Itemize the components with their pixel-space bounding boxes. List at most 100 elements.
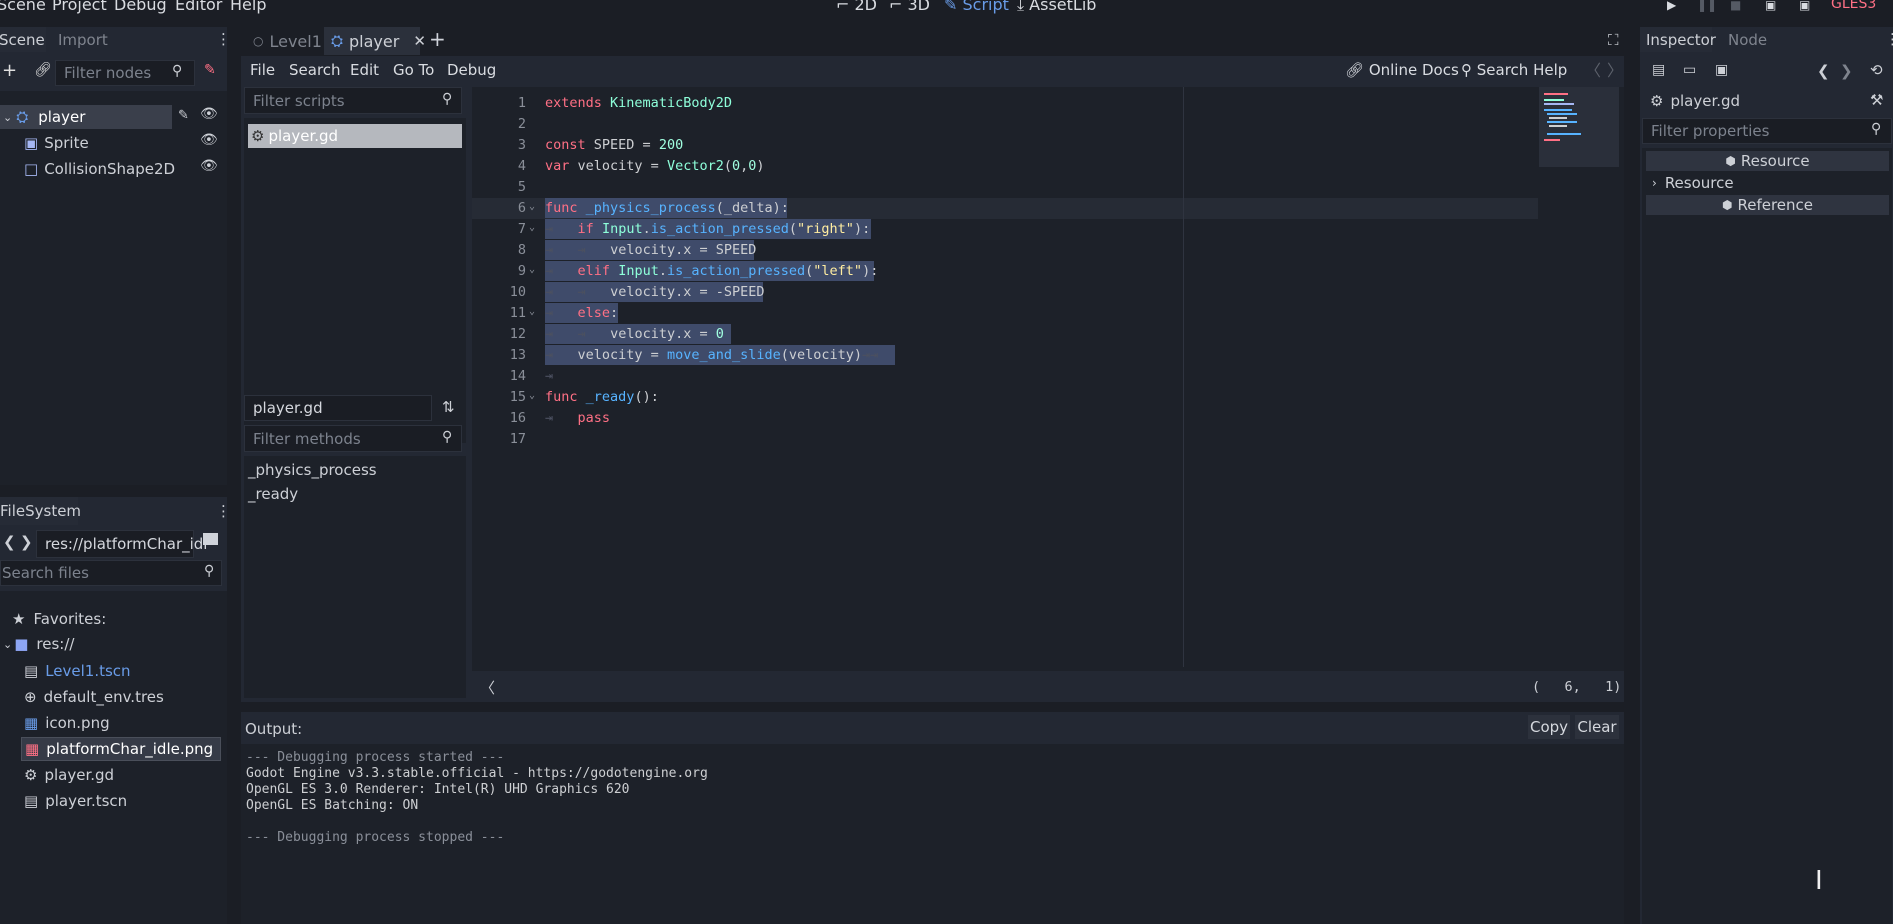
copy-button[interactable]: Copy xyxy=(1528,715,1570,739)
code-line[interactable]: ⇥ ⇥ velocity.x = 0 xyxy=(545,326,724,342)
play-icon[interactable]: ▶ xyxy=(1667,0,1676,12)
back-icon[interactable]: ❮ xyxy=(3,533,16,551)
split-view-icon[interactable] xyxy=(203,533,218,545)
workspace-assetlib[interactable]: ⤓ AssetLib xyxy=(1017,0,1096,13)
workspace-3d[interactable]: ⌐ 3D xyxy=(889,0,930,13)
favorites-item[interactable]: ★ Favorites: xyxy=(0,607,225,631)
forward-icon[interactable]: ❯ xyxy=(20,533,33,551)
script-menu-edit[interactable]: Edit xyxy=(350,63,379,78)
menu-editor[interactable]: Editor xyxy=(175,0,222,13)
add-node-icon[interactable]: + xyxy=(2,60,17,81)
script-icon[interactable]: ✎ xyxy=(178,108,189,123)
code-line[interactable]: var velocity = Vector2(0,0) xyxy=(545,158,765,174)
history-forward-icon[interactable]: 〉 xyxy=(1607,63,1623,79)
menu-scene[interactable]: Scene xyxy=(0,0,46,13)
code-line[interactable]: ⇥ xyxy=(545,368,553,384)
root-folder[interactable]: ⌄ ■ res:// xyxy=(0,632,225,656)
node-tab[interactable]: Node xyxy=(1728,31,1767,49)
import-tab[interactable]: Import xyxy=(58,31,108,49)
collapse-chevron-icon[interactable]: ⌄ xyxy=(3,111,12,124)
object-selector[interactable]: ⚙ player.gd xyxy=(1650,92,1740,110)
online-docs-link[interactable]: 🔗︎ Online Docs xyxy=(1345,63,1459,78)
object-tools-icon[interactable]: ⚒ xyxy=(1870,91,1883,109)
script-menu-debug[interactable]: Debug xyxy=(447,63,496,78)
file-item[interactable]: ⊕ default_env.tres xyxy=(0,685,225,709)
search-help-button[interactable]: ⚲ Search Help xyxy=(1461,63,1567,78)
visibility-icon[interactable]: 👁︎ xyxy=(200,106,218,122)
filter-properties-input[interactable]: Filter properties xyxy=(1642,118,1892,144)
clear-button[interactable]: Clear xyxy=(1575,715,1619,739)
filter-scripts-input[interactable]: Filter scripts xyxy=(244,87,462,114)
dock-menu-icon[interactable]: ⋮ xyxy=(1885,30,1893,48)
script-menu-search[interactable]: Search xyxy=(289,63,341,78)
script-menu-goto[interactable]: Go To xyxy=(393,63,434,78)
visibility-icon[interactable]: 👁︎ xyxy=(200,158,218,174)
new-resource-icon[interactable]: ▤ xyxy=(1652,62,1665,78)
menu-project[interactable]: Project xyxy=(52,0,107,13)
history-forward-icon[interactable]: ❯ xyxy=(1840,62,1853,80)
inspector-tab[interactable]: Inspector xyxy=(1640,27,1716,52)
close-icon[interactable]: ✕ xyxy=(413,32,426,50)
save-icon[interactable]: ▣ xyxy=(1715,62,1728,78)
filter-methods-input[interactable]: Filter methods xyxy=(244,425,462,452)
pause-icon[interactable]: ❚❚ xyxy=(1697,0,1717,12)
sort-icon[interactable]: ⇅ xyxy=(442,398,455,416)
open-folder-icon[interactable]: ▭ xyxy=(1683,62,1696,78)
fold-chevron-icon[interactable]: ⌄ xyxy=(529,264,535,275)
code-line[interactable]: ⇥ ⇥ velocity.x = -SPEED xyxy=(545,284,765,300)
link-icon[interactable]: 🔗︎ xyxy=(34,62,52,78)
scroll-left-icon[interactable]: 〈 xyxy=(480,677,495,698)
tab-level1[interactable]: ○ Level1 xyxy=(246,27,322,55)
fullscreen-icon[interactable]: ⛶ xyxy=(1608,31,1619,49)
workspace-script[interactable]: ✎ Script xyxy=(944,0,1009,13)
tab-player[interactable]: ⛭ player ✕ xyxy=(324,27,426,55)
history-icon[interactable]: ⟲ xyxy=(1870,61,1883,79)
add-tab-icon[interactable]: + xyxy=(429,27,446,51)
history-back-icon[interactable]: 〈 xyxy=(1585,63,1601,79)
code-line[interactable]: ⇥ else: xyxy=(545,305,618,321)
method-item[interactable]: _ready xyxy=(248,485,298,503)
menu-help[interactable]: Help xyxy=(230,0,266,13)
file-item[interactable]: ▦ icon.png xyxy=(0,711,225,735)
code-line[interactable]: const SPEED = 200 xyxy=(545,137,683,153)
renderer-label[interactable]: GLES3 xyxy=(1831,0,1876,11)
search-files-input[interactable]: Search files xyxy=(0,560,222,586)
script-attach-icon[interactable]: ✎ xyxy=(204,62,216,78)
workspace-2d[interactable]: ⌐ 2D xyxy=(836,0,877,13)
file-item[interactable]: ▤ Level1.tscn xyxy=(0,659,225,683)
menu-debug[interactable]: Debug xyxy=(114,0,167,13)
tree-node-player[interactable]: ⌄ ⛭ player xyxy=(0,105,172,129)
fold-chevron-icon[interactable]: ⌄ xyxy=(529,201,535,212)
play-scene-icon[interactable]: ▣ xyxy=(1765,0,1776,12)
tree-node-collisionshape2d[interactable]: □ CollisionShape2D xyxy=(0,157,225,181)
file-item[interactable]: ▤ player.tscn xyxy=(0,789,225,813)
code-line[interactable]: ⇥ if Input.is_action_pressed("right"): xyxy=(545,221,870,237)
code-line[interactable]: func _ready(): xyxy=(545,389,659,405)
scene-tab[interactable]: Scene xyxy=(0,27,46,52)
dock-menu-icon[interactable]: ⋮ xyxy=(216,502,231,520)
method-item[interactable]: _physics_process xyxy=(248,461,377,479)
file-item[interactable]: ⚙ player.gd xyxy=(0,763,225,787)
fold-chevron-icon[interactable]: ⌄ xyxy=(529,222,535,233)
tree-node-sprite[interactable]: ▣ Sprite xyxy=(0,131,225,155)
path-field[interactable]: res://platformChar_idl xyxy=(36,530,207,558)
play-custom-icon[interactable]: ▣ xyxy=(1799,0,1810,12)
history-back-icon[interactable]: ❮ xyxy=(1817,62,1830,80)
code-line[interactable]: ⇥ velocity = move_and_slide(velocity)⇥⇥ xyxy=(545,347,878,363)
collapse-chevron-icon[interactable]: ⌄ xyxy=(3,638,12,651)
code-line[interactable]: ⇥ pass xyxy=(545,410,610,426)
script-menu-file[interactable]: File xyxy=(250,63,275,78)
file-item[interactable]: ▦ platformChar_idle.png xyxy=(21,737,221,761)
fold-chevron-icon[interactable]: ⌄ xyxy=(529,390,535,401)
script-list-item[interactable]: ⚙ player.gd xyxy=(248,124,462,148)
code-line[interactable]: ⇥ ⇥ velocity.x = SPEED xyxy=(545,242,756,258)
dock-menu-icon[interactable]: ⋮ xyxy=(216,30,231,48)
visibility-icon[interactable]: 👁︎ xyxy=(200,132,218,148)
fold-chevron-icon[interactable]: ⌄ xyxy=(529,306,535,317)
code-line[interactable]: func _physics_process(_delta): xyxy=(545,200,789,216)
code-line[interactable]: extends KinematicBody2D xyxy=(545,95,732,111)
stop-icon[interactable]: ■ xyxy=(1730,0,1741,12)
code-line[interactable]: ⇥ elif Input.is_action_pressed("left"): xyxy=(545,263,878,279)
filesystem-tab[interactable]: FileSystem xyxy=(0,497,81,525)
property-section[interactable]: › Resource xyxy=(1646,173,1889,193)
